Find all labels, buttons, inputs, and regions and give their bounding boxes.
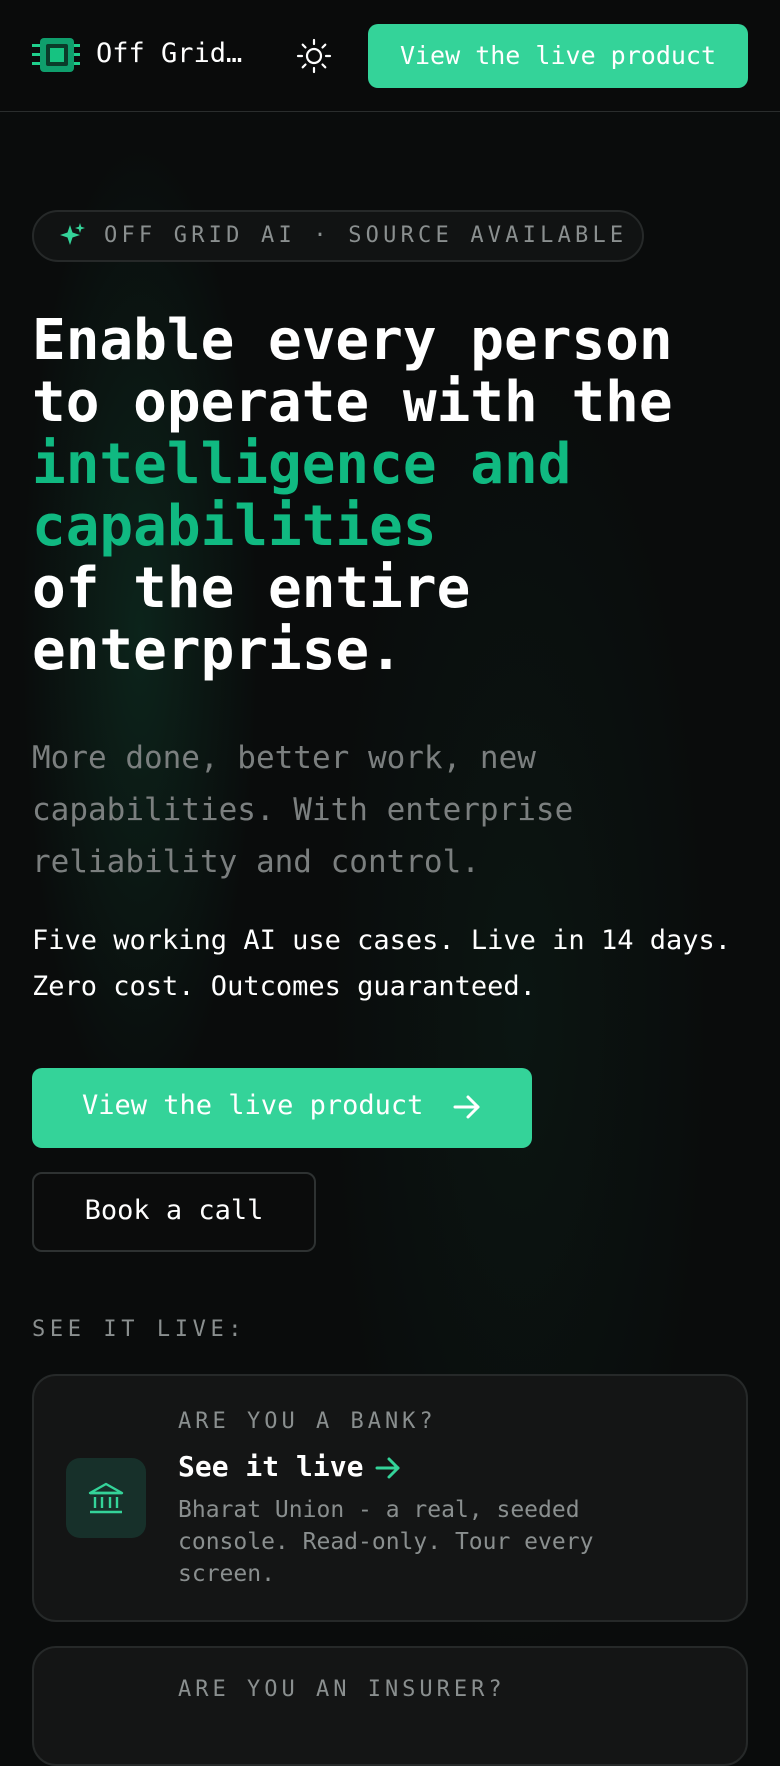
- card-title-text: See it live: [178, 1450, 364, 1483]
- card-title[interactable]: See it live: [178, 1448, 403, 1486]
- card-eyebrow: ARE YOU A BANK?: [178, 1409, 437, 1434]
- brand-name[interactable]: Off Grid…: [96, 36, 242, 72]
- see-it-live-label: SEE IT LIVE:: [32, 1317, 247, 1342]
- view-live-product-label: View the live product: [82, 1090, 424, 1121]
- chip-icon[interactable]: [32, 35, 80, 75]
- headline-line: of the entire: [32, 556, 471, 621]
- badge-text: OFF GRID AI · SOURCE AVAILABLE: [104, 223, 628, 248]
- bank-icon: [88, 1482, 124, 1514]
- view-live-product-button[interactable]: View the live product: [32, 1068, 532, 1148]
- sparkle-icon: [60, 223, 85, 245]
- headline-line: enterprise.: [32, 618, 403, 683]
- card-description: Bharat Union - a real, seeded console. R…: [178, 1497, 594, 1587]
- hero-subtitle: More done, better work, new capabilities…: [32, 740, 574, 880]
- arrow-right-icon: [375, 1457, 400, 1479]
- view-live-product-header-button[interactable]: View the live product: [368, 24, 748, 88]
- headline-accent-line: capabilities: [32, 494, 437, 559]
- hero-headline: Enable every person to operate with the …: [32, 310, 752, 682]
- card-eyebrow: ARE YOU AN INSURER?: [178, 1677, 506, 1702]
- hero-tagline: Five working AI use cases. Live in 14 da…: [32, 925, 731, 1002]
- headline-line: Enable every person: [32, 308, 673, 373]
- headline-line: to operate with the: [32, 370, 673, 435]
- insurer-live-card[interactable]: ARE YOU AN INSURER?: [32, 1646, 748, 1766]
- book-call-button[interactable]: Book a call: [32, 1172, 316, 1252]
- source-available-badge: OFF GRID AI · SOURCE AVAILABLE: [32, 210, 644, 262]
- top-bar: Off Grid… View the live product: [0, 0, 780, 112]
- arrow-right-icon: [453, 1095, 480, 1119]
- bank-live-card[interactable]: ARE YOU A BANK? See it live Bharat Union…: [32, 1374, 748, 1622]
- bank-icon-tile: [66, 1458, 146, 1538]
- sun-icon[interactable]: [296, 38, 332, 74]
- headline-accent-line: intelligence and: [32, 432, 572, 497]
